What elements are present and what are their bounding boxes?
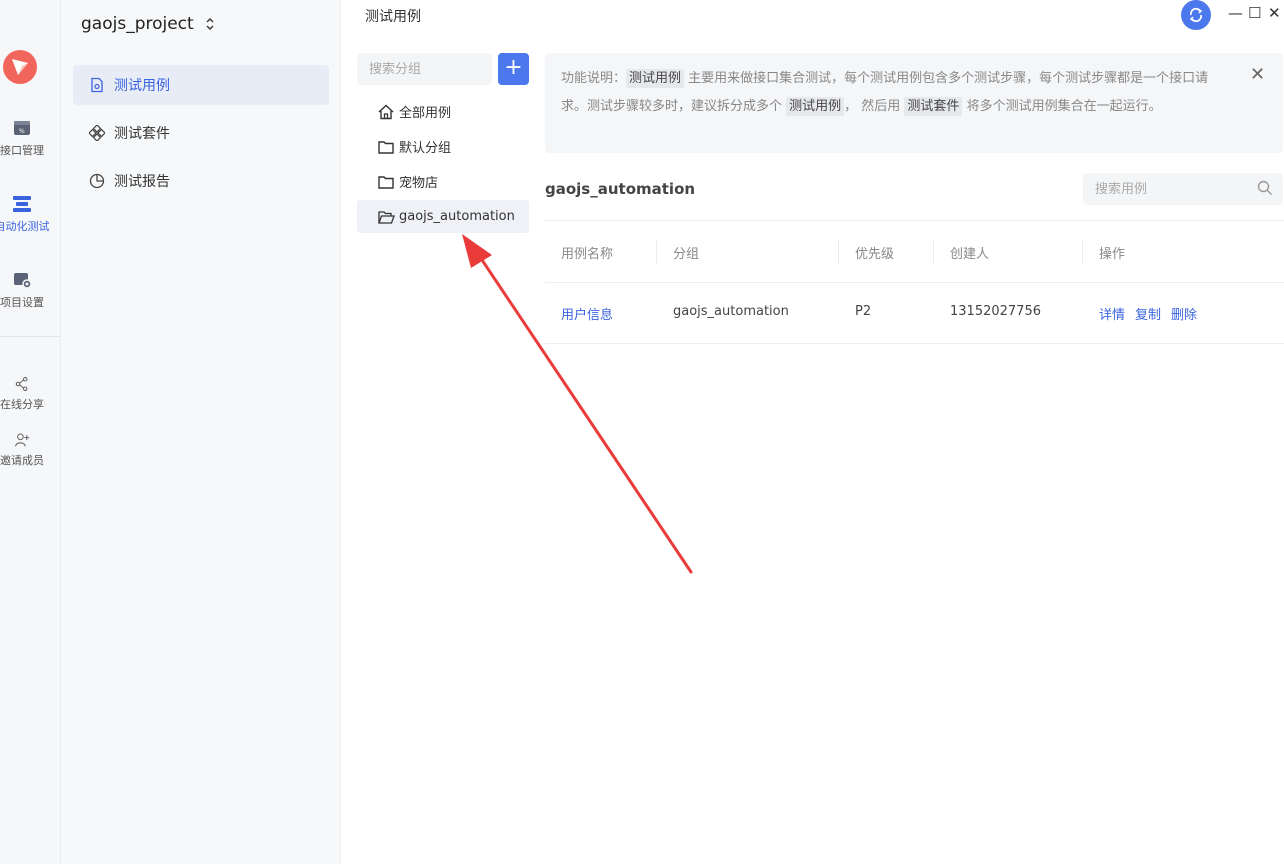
- annotation-arrow: [462, 234, 693, 574]
